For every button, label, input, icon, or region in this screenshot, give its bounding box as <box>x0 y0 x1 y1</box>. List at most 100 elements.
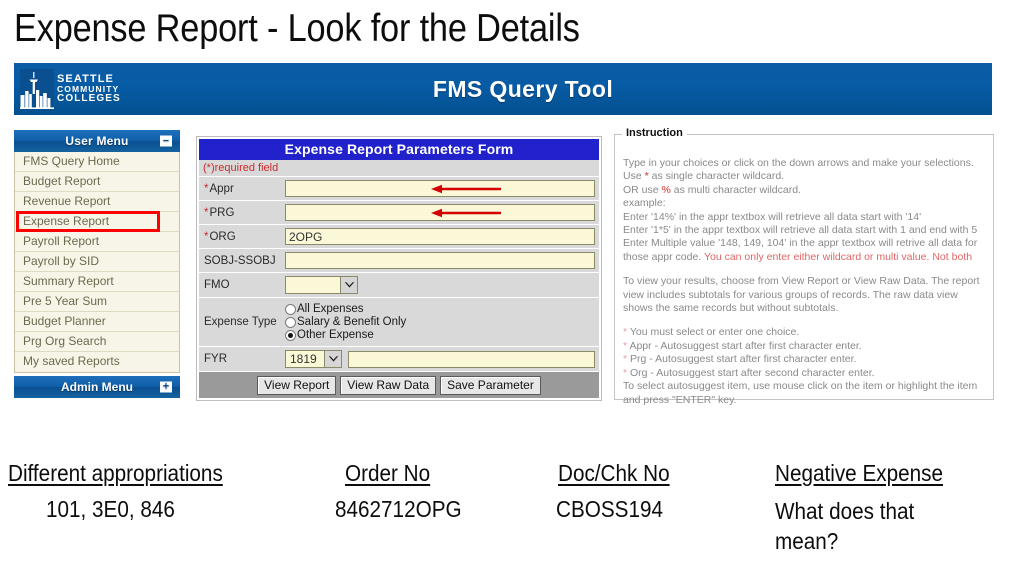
view-report-button[interactable]: View Report <box>257 375 337 395</box>
note-doc-chk-no: Doc/Chk No CBOSS194 <box>556 460 682 523</box>
prg-label: * PRG <box>204 206 235 219</box>
instruction-bullet-3: * Prg - Autosuggest start after first ch… <box>623 353 857 366</box>
radio-label: Salary & Benefit Only <box>297 316 407 328</box>
radio-option-salary-benefit-only[interactable]: Salary & Benefit Only <box>285 316 406 328</box>
note-heading: Order No <box>345 460 431 486</box>
app-banner: SEATTLE COMMUNITY COLLEGES FMS Query Too… <box>14 63 992 115</box>
fyr-label: FYR <box>204 353 227 365</box>
expand-icon[interactable]: + <box>160 381 172 393</box>
form-title: Expense Report Parameters Form <box>199 139 599 160</box>
fmo-select[interactable] <box>285 276 358 294</box>
instruction-bullet-2: * Appr - Autosuggest start after first c… <box>623 339 862 352</box>
radio-icon-selected[interactable] <box>285 329 296 341</box>
note-heading: Different appropriations <box>8 460 223 486</box>
user-menu-label: User Menu <box>65 134 129 148</box>
note-value: 101, 3E0, 846 <box>46 496 175 522</box>
sidebar-item-label: Summary Report <box>23 274 114 288</box>
annotation-notes: Different appropriations 101, 3E0, 846 O… <box>0 460 1024 576</box>
fyr-select[interactable]: 1819 <box>285 350 342 368</box>
chevron-down-icon[interactable] <box>340 277 357 293</box>
sobj-ssobj-label: SOBJ-SSOBJ <box>204 254 276 267</box>
sidebar-item-label: My saved Reports <box>23 354 120 368</box>
note-value: CBOSS194 <box>556 496 664 522</box>
admin-menu-label: Admin Menu <box>61 380 133 394</box>
instruction-line-1: Type in your choices or click on the dow… <box>623 157 974 169</box>
instruction-body: Type in your choices or click on the dow… <box>623 157 985 407</box>
collapse-icon[interactable]: – <box>160 135 172 147</box>
sidebar-item-my-saved-reports[interactable]: My saved Reports <box>15 352 179 372</box>
instruction-line-3: OR use % as multi character wildcard. <box>623 183 801 196</box>
view-raw-data-button[interactable]: View Raw Data <box>340 375 437 395</box>
note-heading: Negative Expense <box>775 460 944 486</box>
org-label: * ORG <box>204 230 236 243</box>
note-different-appropriations: Different appropriations 101, 3E0, 846 <box>8 460 247 523</box>
app-title: FMS Query Tool <box>432 76 614 102</box>
instruction-line-8: those appr code. You can only enter eith… <box>623 250 973 263</box>
sidebar-item-label: Expense Report <box>23 214 110 228</box>
form-row-fyr: FYR 1819 <box>199 347 599 372</box>
sidebar-item-label: Payroll by SID <box>23 254 100 268</box>
bullet-star-icon: * <box>623 353 628 366</box>
instruction-para2-line-2: view includes subtotals for various grou… <box>623 288 958 301</box>
required-star-icon: * <box>204 206 209 219</box>
instruction-line-2: Use * as single character wildcard. <box>623 170 785 183</box>
sidebar-item-expense-report[interactable]: Expense Report <box>15 211 179 232</box>
save-parameter-button[interactable]: Save Parameter <box>440 375 541 395</box>
sidebar-item-fms-query-home[interactable]: FMS Query Home <box>15 152 179 172</box>
appr-input[interactable] <box>285 180 595 197</box>
radio-option-other-expense[interactable]: Other Expense <box>285 329 406 341</box>
radio-icon[interactable] <box>285 303 296 315</box>
note-value: 8462712OPG <box>335 496 462 522</box>
page-title: Expense Report - Look for the Details <box>14 7 580 50</box>
wildcard-warning-text: You can only enter either wildcard or mu… <box>703 250 973 263</box>
multi-char-wildcard-symbol: % <box>661 183 671 196</box>
user-menu-header[interactable]: User Menu – <box>14 130 180 152</box>
required-star-icon: * <box>204 230 209 243</box>
chevron-down-icon[interactable] <box>324 351 341 367</box>
sidebar-item-label: Revenue Report <box>23 194 111 208</box>
prg-input[interactable] <box>285 204 595 221</box>
radio-label: All Expenses <box>297 303 364 315</box>
user-menu-list: FMS Query Home Budget Report Revenue Rep… <box>14 152 180 373</box>
instruction-line-7: Enter Multiple value '148, 149, 104' in … <box>623 237 978 250</box>
sidebar-item-label: Payroll Report <box>23 234 100 248</box>
sidebar-item-budget-planner[interactable]: Budget Planner <box>15 312 179 332</box>
fmo-label: FMO <box>204 279 230 291</box>
fmo-select-value <box>286 277 340 293</box>
form-row-org: * ORG <box>199 225 599 249</box>
sidebar-item-revenue-report[interactable]: Revenue Report <box>15 192 179 212</box>
sidebar-item-payroll-by-sid[interactable]: Payroll by SID <box>15 252 179 272</box>
sidebar-item-label: FMS Query Home <box>23 154 120 168</box>
sidebar-item-label: Budget Report <box>23 174 101 188</box>
instruction-panel: Instruction Type in your choices or clic… <box>614 127 994 406</box>
form-row-appr: * Appr <box>199 177 599 201</box>
form-actions: View Report View Raw Data Save Parameter <box>199 372 599 398</box>
form-row-expense-type: Expense Type All Expenses Salary & Benef… <box>199 298 599 347</box>
fyr-select-value: 1819 <box>290 352 317 366</box>
expense-type-label: Expense Type <box>204 316 277 328</box>
sobj-ssobj-input[interactable] <box>285 252 595 269</box>
sidebar-item-summary-report[interactable]: Summary Report <box>15 272 179 292</box>
sidebar-item-budget-report[interactable]: Budget Report <box>15 172 179 192</box>
admin-menu-header[interactable]: Admin Menu + <box>14 376 180 398</box>
sidebar-item-label: Pre 5 Year Sum <box>23 294 108 308</box>
sidebar-item-payroll-report[interactable]: Payroll Report <box>15 232 179 252</box>
appr-label: * Appr <box>204 182 234 195</box>
slide-canvas: Expense Report - Look for the Details SE… <box>0 0 1024 576</box>
sidebar-item-pre-5-year-sum[interactable]: Pre 5 Year Sum <box>15 292 179 312</box>
expense-type-radio-group: All Expenses Salary & Benefit Only Other… <box>285 301 406 343</box>
sidebar-item-prg-org-search[interactable]: Prg Org Search <box>15 332 179 352</box>
note-value: What does that mean? <box>775 498 915 554</box>
note-heading: Doc/Chk No <box>558 460 670 486</box>
bullet-star-icon: * <box>623 326 628 339</box>
instruction-line-5: Enter '14%' in the appr textbox will ret… <box>623 210 922 223</box>
sidebar-item-label: Budget Planner <box>23 314 106 328</box>
form-row-prg: * PRG <box>199 201 599 225</box>
radio-icon[interactable] <box>285 316 296 328</box>
radio-label: Other Expense <box>297 329 374 341</box>
fyr-secondary-input[interactable] <box>348 350 595 368</box>
radio-option-all-expenses[interactable]: All Expenses <box>285 303 406 315</box>
org-input[interactable] <box>285 228 595 245</box>
